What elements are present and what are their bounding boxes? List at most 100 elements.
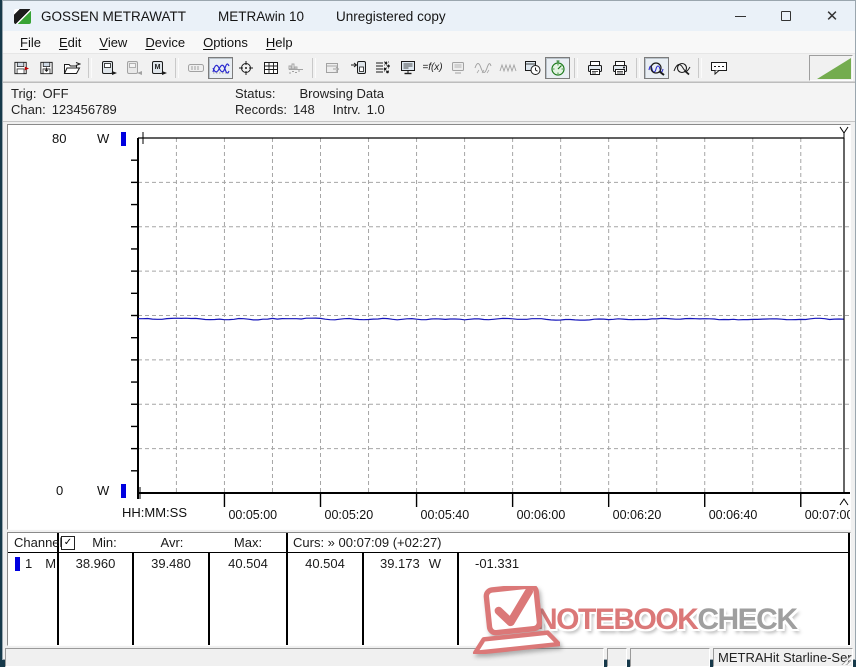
app-window: GOSSEN METRAWATT METRAwin 10 Unregistere… [2,0,856,667]
save-export-button[interactable] [9,57,34,79]
cursor-max-value: 40.504 [288,553,364,645]
channel-mode: M [45,556,57,571]
maximize-button[interactable] [763,1,809,31]
channel-visible-checkbox[interactable]: ✓ [61,535,75,550]
open-folder-button[interactable] [59,57,84,79]
cursor-value: 39.173 [379,556,420,571]
close-button[interactable]: ✕ [809,1,855,31]
menu-help[interactable]: Help [257,33,302,52]
y-axis-max-label: 80 [52,131,67,146]
x-tick-label: 00:06:20 [613,508,662,522]
title-bar: GOSSEN METRAWATT METRAwin 10 Unregistere… [3,1,855,31]
zoom-curve-button[interactable] [669,57,694,79]
wave-button [470,57,495,79]
power-series-line [138,317,845,321]
header-max: Max: [210,533,288,552]
max-value: 40.504 [210,553,288,645]
interval-label: Intrv. [332,102,361,117]
printer-button[interactable] [582,57,607,79]
y-scale-marker-bottom[interactable] [121,484,126,498]
menu-device[interactable]: Device [136,33,194,52]
lcd-display-icon [187,63,204,72]
table-header-row: Channel: ✓ Min: Avr: Max: Curs: » 00:07:… [8,533,850,553]
cursor-handle-bottom [839,498,849,506]
y-axis-unit-top: W [97,131,110,146]
power-chart[interactable]: 00:05:00 00:05:20 00:05:40 00:06:00 00:06:20… [8,125,851,527]
chan-label: Chan: [11,102,46,117]
stopwatch-button[interactable] [545,56,570,79]
table-view-button[interactable] [258,57,283,79]
comment-button[interactable] [706,57,731,79]
toolbar-separator [312,57,316,78]
histogram-view-icon [288,63,303,73]
channel-row[interactable]: 1 M 38.960 39.480 40.504 40.504 39.173 W… [8,553,850,645]
minimize-icon [734,15,746,17]
channel-list-icon [375,61,390,73]
records-value: 148 [293,102,315,117]
menu-edit[interactable]: Edit [50,33,90,52]
toolbar: M =f(x) [3,53,855,82]
display2-button [445,57,470,79]
y-scale-marker-top[interactable] [121,132,126,146]
resize-grip[interactable] [840,654,851,665]
open-folder-icon [63,61,81,74]
device-store-icon [350,60,366,74]
menu-file[interactable]: File [11,33,50,52]
menu-options[interactable]: Options [194,33,257,52]
trig-label: Trig: [11,86,37,101]
printer-setup-button[interactable] [607,57,632,79]
x-tick-label: 00:07:00 [805,508,851,522]
status-device-panel: METRAHit Starline-Seri [713,648,853,667]
crosshair-view-button[interactable] [233,57,258,79]
device-read-icon [101,60,117,75]
display2-icon [451,61,464,73]
menu-view[interactable]: View [90,33,136,52]
channel-id-cell: 1 M [8,553,59,645]
formula-fx-button[interactable]: =f(x) [420,57,445,79]
chart-panel[interactable]: 00:05:00 00:05:20 00:05:40 00:06:00 00:06:20… [7,124,851,530]
header-min-cell: ✓ Min: [59,533,134,552]
window-export-button [320,57,345,79]
comment-icon [710,61,727,75]
header-avr: Avr: [160,535,184,550]
minimize-button[interactable] [717,1,763,31]
device-memory-button[interactable]: M [146,57,171,79]
device-store-button[interactable] [345,57,370,79]
status-value: Browsing Data [299,86,385,101]
x-axis-format-label: HH:MM:SS [122,505,187,520]
cursor-value-cell: 39.173 W [364,553,459,645]
x-tick-label: 00:05:40 [421,508,470,522]
device-read-button[interactable] [96,57,121,79]
trig-value: OFF [42,86,69,101]
window-export-icon [325,62,339,73]
status-small-panel [607,648,627,667]
save-export-icon [14,61,30,74]
close-icon: ✕ [825,7,839,25]
toolbar-separator [636,57,640,78]
monitor-config-icon [400,60,415,74]
zoom-wave-icon [647,61,665,76]
device-read2-icon [126,60,142,75]
app-logo-icon [14,8,31,24]
menu-bar: File Edit View Device Options Help [3,31,855,53]
header-min: Min: [92,535,117,550]
spring-wave-button [495,57,520,79]
avr-value: 39.480 [134,553,210,645]
device-name: METRAHit Starline-Seri [718,650,853,665]
records-label: Records: [235,102,288,117]
chart-view-button[interactable] [208,56,233,79]
save-file-button[interactable] [34,57,59,79]
clock-window-icon [524,60,540,75]
table-view-icon [263,61,278,74]
title-license: Unregistered copy [336,8,446,24]
title-product-name: METRAwin 10 [218,8,305,24]
histogram-view-button [283,57,308,79]
save-file-icon [40,61,53,74]
toolbar-separator [175,57,179,78]
monitor-config-button[interactable] [395,57,420,79]
zoom-wave-button[interactable] [644,56,669,79]
device-read2-button [121,57,146,79]
clock-window-button[interactable] [520,57,545,79]
acquisition-info-bar: Trig: OFF Chan: 123456789 Status: Browsing … [3,82,855,122]
channel-list-button[interactable] [370,57,395,79]
